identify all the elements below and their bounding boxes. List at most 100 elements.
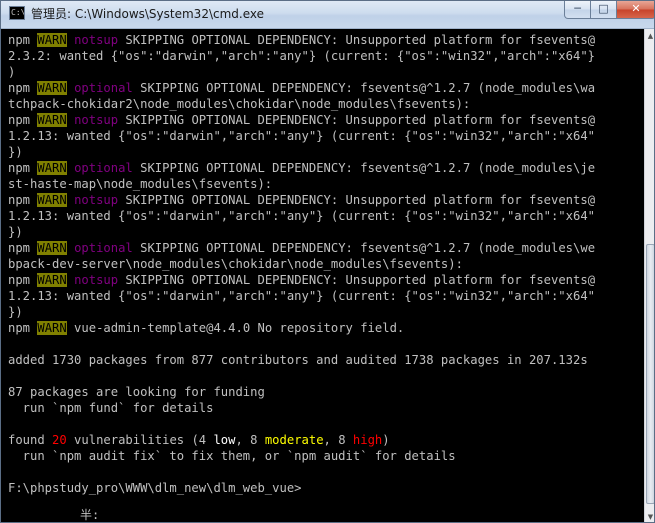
close-button[interactable]: ✕ — [616, 1, 654, 19]
warn-tag: WARN — [37, 113, 67, 127]
window-title: 管理员: C:\Windows\System32\cmd.exe — [31, 7, 264, 21]
scroll-up-arrow-icon[interactable]: ▲ — [645, 29, 654, 43]
console-text: SKIPPING OPTIONAL DEPENDENCY: Unsupporte… — [118, 273, 596, 287]
console-line: ) — [8, 64, 15, 80]
warn-tag: WARN — [37, 241, 67, 255]
console-line: 1.2.13: wanted {"os":"darwin","arch":"an… — [8, 128, 595, 144]
console-text: notsup — [74, 113, 119, 127]
title-bar[interactable]: C:\ 管理员: C:\Windows\System32\cmd.exe ─ □… — [1, 1, 654, 29]
console-output[interactable]: npm WARN notsup SKIPPING OPTIONAL DEPEND… — [1, 29, 644, 522]
cmd-app-icon[interactable]: C:\ — [9, 6, 25, 20]
console-text: SKIPPING OPTIONAL DEPENDENCY: fsevents@^… — [132, 241, 596, 255]
console-line: run `npm audit fix` to fix them, or `npm… — [8, 448, 456, 464]
console-text: }) — [8, 305, 23, 319]
console-line: npm WARN notsup SKIPPING OPTIONAL DEPEND… — [8, 192, 595, 208]
console-text: high — [352, 433, 383, 447]
console-line: tchpack-chokidar2\node_modules\chokidar\… — [8, 96, 470, 112]
warn-tag: WARN — [37, 273, 67, 287]
console-text: npm — [8, 273, 38, 287]
console-text: 20 — [52, 433, 67, 447]
console-line: found 20 vulnerabilities (4 low, 8 moder… — [8, 432, 390, 448]
console-line: st-haste-map\node_modules\fsevents): — [8, 176, 272, 192]
console-text: SKIPPING OPTIONAL DEPENDENCY: fsevents@^… — [132, 81, 596, 95]
console-line: 1.2.13: wanted {"os":"darwin","arch":"an… — [8, 208, 595, 224]
console-text: vulnerabilities (4 — [66, 433, 214, 447]
scroll-down-arrow-icon[interactable]: ▼ — [645, 510, 654, 522]
console-line: 2.3.2: wanted {"os":"darwin","arch":"any… — [8, 48, 595, 64]
console-line: npm WARN notsup SKIPPING OPTIONAL DEPEND… — [8, 32, 595, 48]
maximize-button[interactable]: □ — [590, 1, 617, 19]
console-line: 87 packages are looking for funding — [8, 384, 265, 400]
console-text: added 1730 packages from 877 contributor… — [8, 353, 588, 367]
console-text: bpack-dev-server\node_modules\chokidar\n… — [8, 257, 463, 271]
console-text: 87 packages are looking for funding — [8, 385, 265, 399]
console-text: SKIPPING OPTIONAL DEPENDENCY: Unsupporte… — [118, 113, 596, 127]
console-text: , 8 — [235, 433, 265, 447]
console-line: npm WARN vue-admin-template@4.4.0 No rep… — [8, 320, 404, 336]
console-line: }) — [8, 144, 23, 160]
console-text: 1.2.13: wanted {"os":"darwin","arch":"an… — [8, 289, 595, 303]
minimize-button[interactable]: ─ — [564, 1, 591, 19]
console-text: 2.3.2: wanted {"os":"darwin","arch":"any… — [8, 49, 595, 63]
console-line: run `npm fund` for details — [8, 400, 214, 416]
console-line: }) — [8, 224, 23, 240]
console-text: low — [213, 433, 236, 447]
console-text: found — [8, 433, 53, 447]
console-text: 1.2.13: wanted {"os":"darwin","arch":"an… — [8, 129, 595, 143]
warn-tag: WARN — [37, 33, 67, 47]
console-text: moderate — [264, 433, 324, 447]
console-text: npm — [8, 33, 38, 47]
console-text: vue-admin-template@4.4.0 No repository f… — [66, 321, 405, 335]
console-text: optional — [74, 161, 133, 175]
console-text: ) — [382, 433, 390, 447]
warn-tag: WARN — [37, 321, 67, 335]
console-line: npm WARN optional SKIPPING OPTIONAL DEPE… — [8, 160, 595, 176]
console-text: npm — [8, 193, 38, 207]
console-text: npm — [8, 81, 38, 95]
warn-tag: WARN — [37, 81, 67, 95]
console-text: F:\phpstudy_pro\WWW\dlm_new\dlm_web_vue> — [8, 481, 302, 495]
console-line: added 1730 packages from 877 contributor… — [8, 352, 588, 368]
console-text: npm — [8, 113, 38, 127]
console-line: F:\phpstudy_pro\WWW\dlm_new\dlm_web_vue> — [8, 480, 302, 496]
console-text: }) — [8, 225, 23, 239]
console-line: npm WARN optional SKIPPING OPTIONAL DEPE… — [8, 80, 595, 96]
console-line: npm WARN optional SKIPPING OPTIONAL DEPE… — [8, 240, 595, 256]
console-line: }) — [8, 304, 23, 320]
vertical-scrollbar[interactable]: ▲ ▼ — [644, 29, 654, 522]
console-text: npm — [8, 161, 38, 175]
scroll-thumb[interactable] — [646, 244, 654, 504]
warn-tag: WARN — [37, 193, 67, 207]
console-text: npm — [8, 241, 38, 255]
console-text: optional — [74, 241, 133, 255]
console-text: ) — [8, 65, 16, 79]
warn-tag: WARN — [37, 161, 67, 175]
console-text: SKIPPING OPTIONAL DEPENDENCY: fsevents@^… — [132, 161, 596, 175]
console-text: notsup — [74, 273, 119, 287]
console-line: npm WARN notsup SKIPPING OPTIONAL DEPEND… — [8, 272, 595, 288]
console-text: SKIPPING OPTIONAL DEPENDENCY: Unsupporte… — [118, 193, 596, 207]
console-text: notsup — [74, 193, 119, 207]
cmd-window: C:\ 管理员: C:\Windows\System32\cmd.exe ─ □… — [0, 0, 655, 523]
console-text: , 8 — [323, 433, 353, 447]
console-text: }) — [8, 145, 23, 159]
console-line: bpack-dev-server\node_modules\chokidar\n… — [8, 256, 463, 272]
console-text: SKIPPING OPTIONAL DEPENDENCY: Unsupporte… — [118, 33, 596, 47]
console-line: npm WARN notsup SKIPPING OPTIONAL DEPEND… — [8, 112, 595, 128]
console-text: notsup — [74, 33, 119, 47]
console-text: npm — [8, 321, 38, 335]
console-text: st-haste-map\node_modules\fsevents): — [8, 177, 273, 191]
console-text: 1.2.13: wanted {"os":"darwin","arch":"an… — [8, 209, 595, 223]
console-text: run `npm audit fix` to fix them, or `npm… — [8, 449, 456, 463]
console-text: tchpack-chokidar2\node_modules\chokidar\… — [8, 97, 471, 111]
console-text: run `npm fund` for details — [8, 401, 214, 415]
ime-status-indicator: 半: — [80, 508, 100, 522]
console-line: 1.2.13: wanted {"os":"darwin","arch":"an… — [8, 288, 595, 304]
